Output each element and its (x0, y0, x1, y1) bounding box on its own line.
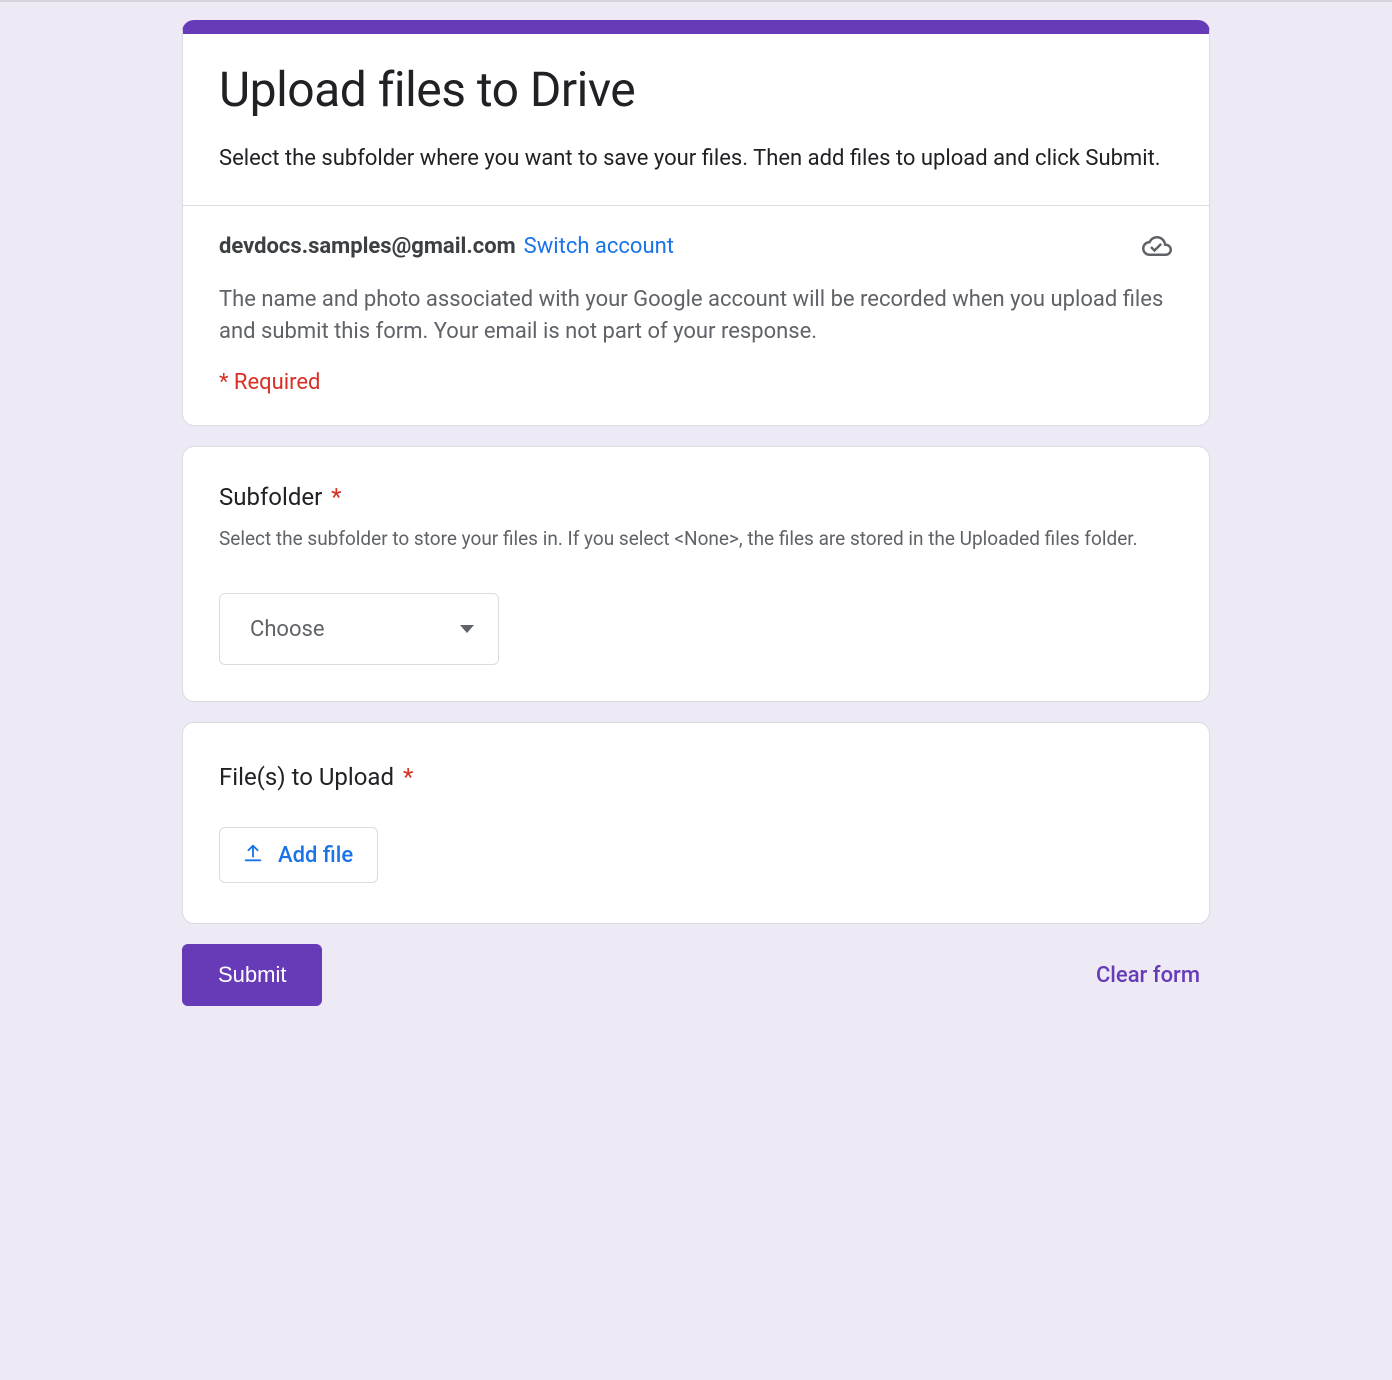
upload-icon (242, 842, 264, 868)
question-title-subfolder: Subfolder * (219, 483, 1173, 511)
question-files: File(s) to Upload * Add file (182, 722, 1210, 924)
required-note: * Required (219, 370, 1173, 395)
question-label: File(s) to Upload (219, 763, 394, 791)
header-card: Upload files to Drive Select the subfold… (182, 20, 1210, 426)
question-subfolder: Subfolder * Select the subfolder to stor… (182, 446, 1210, 703)
footer-row: Submit Clear form (182, 944, 1210, 1006)
add-file-label: Add file (278, 843, 353, 868)
account-email: devdocs.samples@gmail.com (219, 234, 516, 259)
question-help-subfolder: Select the subfolder to store your files… (219, 525, 1173, 554)
header-top: Upload files to Drive Select the subfold… (183, 34, 1209, 205)
header-bottom: devdocs.samples@gmail.com Switch account… (183, 206, 1209, 425)
form-container: Upload files to Drive Select the subfold… (182, 2, 1210, 1046)
add-file-button[interactable]: Add file (219, 827, 378, 883)
dropdown-selected-label: Choose (250, 617, 325, 642)
form-description: Select the subfolder where you want to s… (219, 143, 1173, 175)
question-title-files: File(s) to Upload * (219, 763, 1173, 791)
switch-account-link[interactable]: Switch account (524, 234, 674, 259)
form-disclosure: The name and photo associated with your … (219, 284, 1173, 348)
question-label: Subfolder (219, 483, 322, 511)
form-title: Upload files to Drive (219, 62, 1173, 117)
subfolder-dropdown[interactable]: Choose (219, 593, 499, 665)
account-row: devdocs.samples@gmail.com Switch account (219, 230, 1173, 262)
clear-form-link[interactable]: Clear form (1096, 963, 1210, 988)
chevron-down-icon (460, 625, 474, 633)
account-info: devdocs.samples@gmail.com Switch account (219, 234, 674, 259)
submit-button[interactable]: Submit (182, 944, 322, 1006)
required-asterisk: * (331, 483, 341, 511)
required-asterisk: * (403, 763, 413, 791)
cloud-done-icon (1141, 230, 1173, 262)
